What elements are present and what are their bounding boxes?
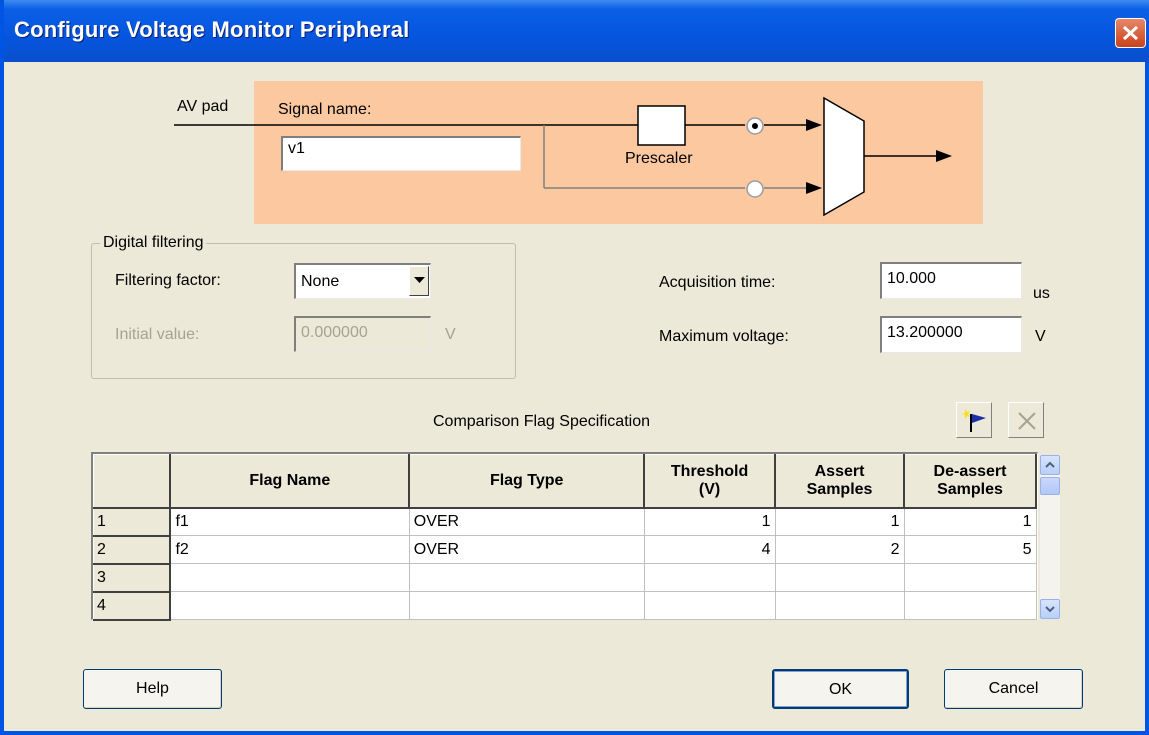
table-row[interactable]: 3 <box>93 563 1037 593</box>
row-index[interactable]: 4 <box>93 591 172 621</box>
flag-type-header-text: Flag Type <box>489 471 564 489</box>
scroll-thumb[interactable] <box>1040 477 1060 495</box>
initial-value-input[interactable]: 0.000000 <box>294 316 431 352</box>
chevron-down-icon <box>1045 606 1055 613</box>
flag-type-cell[interactable]: OVER <box>409 507 645 536</box>
signal-path-lines <box>174 96 952 217</box>
chevron-down-icon <box>414 277 425 283</box>
threshold-cell[interactable] <box>644 563 776 592</box>
corner-header <box>93 454 172 509</box>
acquisition-time-unit: us <box>1033 285 1050 302</box>
chevron-up-icon <box>1045 461 1055 468</box>
scroll-up-button[interactable] <box>1040 455 1060 475</box>
deassert-header-line2: Samples <box>937 480 1003 498</box>
max-voltage-unit: V <box>1035 328 1046 345</box>
deassert-samples-cell[interactable]: 1 <box>904 507 1037 536</box>
vertical-scrollbar[interactable] <box>1040 455 1060 619</box>
flag-name-cell[interactable]: f1 <box>170 507 410 536</box>
comparison-flag-title: Comparison Flag Specification <box>433 413 650 430</box>
window-title: Configure Voltage Monitor Peripheral <box>14 17 410 42</box>
dialog-window: Configure Voltage Monitor Peripheral AV … <box>0 0 1149 735</box>
flag-name-cell[interactable]: f2 <box>170 535 410 564</box>
initial-value-unit: V <box>445 326 456 343</box>
add-flag-button[interactable] <box>956 402 992 438</box>
assert-header-line1: Assert <box>814 462 865 480</box>
close-button[interactable] <box>1115 18 1146 48</box>
deassert-samples-cell[interactable] <box>904 591 1037 620</box>
threshold-cell[interactable]: 4 <box>644 535 776 564</box>
assert-samples-cell[interactable]: 2 <box>775 535 905 564</box>
title-bar[interactable]: Configure Voltage Monitor Peripheral <box>4 0 1149 62</box>
flag-type-cell[interactable] <box>409 563 645 592</box>
cancel-button[interactable]: Cancel <box>944 669 1083 709</box>
flag-type-header[interactable]: Flag Type <box>408 454 646 509</box>
row-index[interactable]: 2 <box>93 535 172 565</box>
flag-type-cell[interactable]: OVER <box>409 535 645 564</box>
table-row[interactable]: 4 <box>93 591 1037 621</box>
scroll-down-button[interactable] <box>1040 599 1060 619</box>
assert-samples-cell[interactable] <box>775 591 905 620</box>
acquisition-time-label: Acquisition time: <box>659 274 776 291</box>
threshold-header[interactable]: Threshold (V) <box>643 454 777 509</box>
assert-samples-header[interactable]: Assert Samples <box>774 454 905 509</box>
assert-samples-cell[interactable]: 1 <box>775 507 905 536</box>
multiplexer-block <box>823 96 865 217</box>
table-row[interactable]: 2 f2 OVER 4 2 5 <box>93 535 1037 565</box>
flag-type-cell[interactable] <box>409 591 645 620</box>
threshold-header-line1: Threshold <box>670 462 749 480</box>
close-icon <box>1122 25 1139 41</box>
flag-name-cell[interactable] <box>170 591 410 620</box>
max-voltage-input[interactable]: 13.200000 <box>880 316 1022 353</box>
prescaler-path-radio[interactable] <box>744 115 766 137</box>
add-flag-icon <box>962 409 986 432</box>
flag-name-header[interactable]: Flag Name <box>169 454 411 509</box>
table-row[interactable]: 1 f1 OVER 1 1 1 <box>93 507 1037 537</box>
delete-icon <box>1018 412 1036 430</box>
delete-flag-button[interactable] <box>1008 402 1044 438</box>
bypass-path-radio[interactable] <box>744 178 766 200</box>
assert-header-line2: Samples <box>806 480 873 498</box>
threshold-header-line2: (V) <box>698 480 721 498</box>
deassert-samples-cell[interactable]: 5 <box>904 535 1037 564</box>
flag-grid: Flag Name Flag Type Threshold (V) Assert S… <box>91 452 1060 621</box>
assert-samples-cell[interactable] <box>775 563 905 592</box>
deassert-samples-cell[interactable] <box>904 563 1037 592</box>
dropdown-button[interactable] <box>409 266 429 296</box>
flag-table: Flag Name Flag Type Threshold (V) Assert S… <box>93 454 1037 621</box>
digital-filtering-title: Digital filtering <box>100 234 207 252</box>
prescaler-block <box>637 105 686 146</box>
ok-button[interactable]: OK <box>772 669 909 709</box>
row-index[interactable]: 1 <box>93 507 172 537</box>
filtering-factor-value: None <box>301 273 340 290</box>
deassert-samples-header[interactable]: De-assert Samples <box>903 454 1037 509</box>
row-index[interactable]: 3 <box>93 563 172 593</box>
max-voltage-label: Maximum voltage: <box>659 328 789 345</box>
initial-value-label: Initial value: <box>115 326 200 343</box>
flag-name-header-text: Flag Name <box>249 471 331 489</box>
flag-name-cell[interactable] <box>170 563 410 592</box>
filtering-factor-select[interactable]: None <box>294 263 431 299</box>
filtering-factor-label: Filtering factor: <box>115 272 221 289</box>
threshold-cell[interactable] <box>644 591 776 620</box>
help-button[interactable]: Help <box>83 669 222 709</box>
deassert-header-line1: De-assert <box>933 462 1007 480</box>
table-header-row: Flag Name Flag Type Threshold (V) Assert S… <box>93 454 1037 509</box>
threshold-cell[interactable]: 1 <box>644 507 776 536</box>
acquisition-time-input[interactable]: 10.000 <box>880 262 1022 299</box>
